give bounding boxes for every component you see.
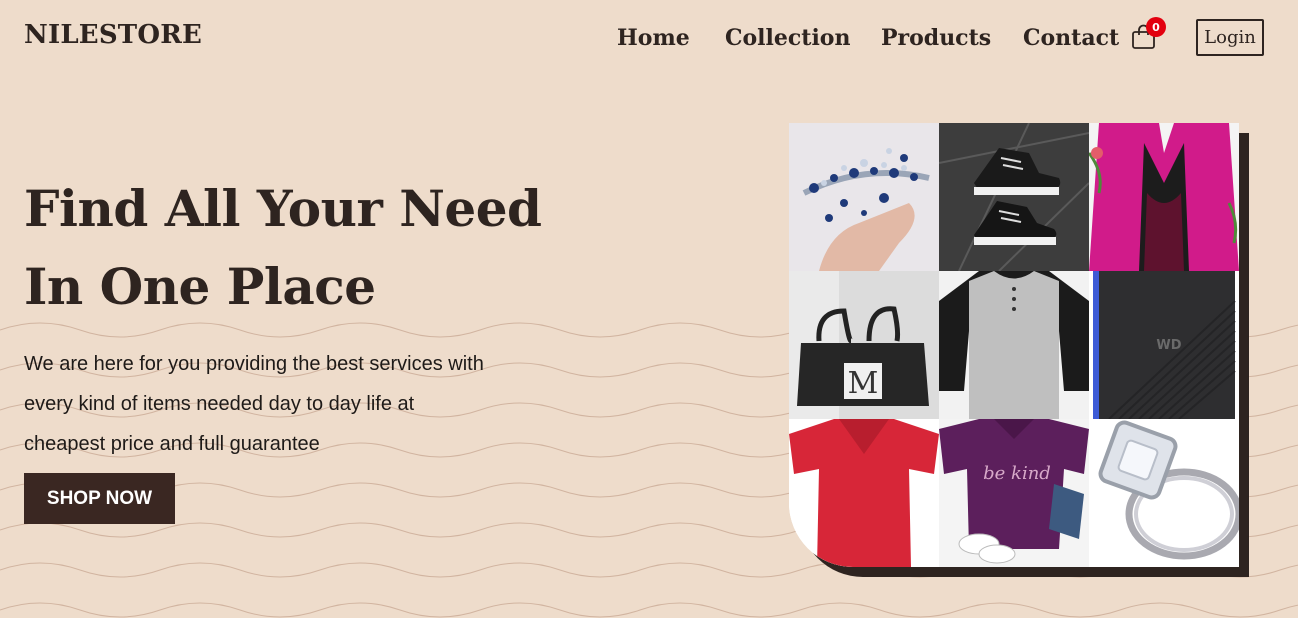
hero-description: We are here for you providing the best s… [24,344,544,464]
black-bag-image: M [789,271,939,419]
hero-description-line-1: We are here for you providing the best s… [24,353,484,375]
converse-sneakers-image [939,123,1089,271]
hero-description-line-3: cheapest price and full guarantee [24,433,320,455]
hero-title-line-1: Find All Your Need [24,179,542,238]
purple-be-kind-tshirt-image: be kind [939,419,1089,567]
svg-text:M: M [848,366,879,401]
nav-link-collection[interactable]: Collection [725,25,850,51]
login-button[interactable]: Login [1196,19,1264,56]
hero-section: Find All Your Need In One Place We are h… [24,170,584,464]
hero-title: Find All Your Need In One Place [24,170,584,326]
pink-blazer-image [1089,123,1239,271]
hero-title-line-2: In One Place [24,257,376,316]
brand-logo[interactable]: NILESTORE [24,20,202,50]
cart-count-badge: 0 [1146,17,1166,37]
drive-logo-text: WD [1156,338,1181,353]
shop-now-button[interactable]: SHOP NOW [24,473,175,524]
wd-hard-drive-image: WD [1089,271,1239,419]
diamond-rings-image [1089,419,1239,567]
jewelry-tiara-image [789,123,939,271]
nav-link-products[interactable]: Products [881,25,991,51]
tshirt-print-text: be kind [983,463,1051,484]
product-collage: M WD be kind [789,123,1239,567]
navbar: NILESTORE Home Collection Products Conta… [0,0,1298,78]
red-tshirt-image [789,419,939,567]
raglan-shirt-image [939,271,1089,419]
nav-link-contact[interactable]: Contact [1023,25,1119,51]
hero-description-line-2: every kind of items needed day to day li… [24,393,415,415]
nav-link-home[interactable]: Home [617,25,690,51]
